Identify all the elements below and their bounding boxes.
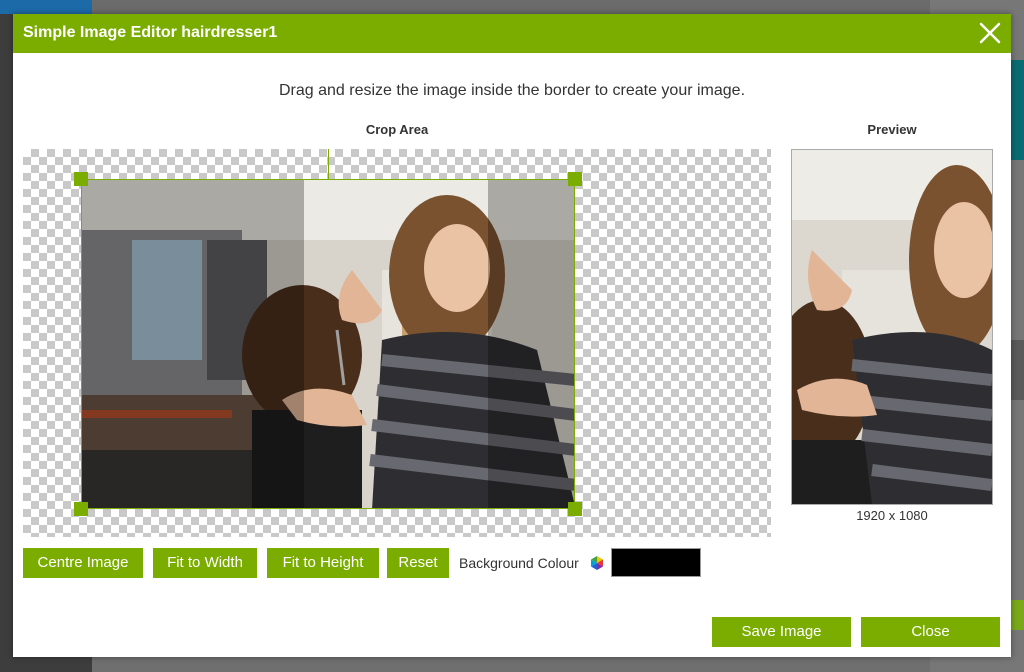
crop-dim-left <box>82 180 304 508</box>
resize-handle-top-right[interactable] <box>568 172 582 186</box>
resize-handle-bottom-left[interactable] <box>74 502 88 516</box>
preview-photo <box>792 150 992 504</box>
crop-area-label: Crop Area <box>365 122 429 137</box>
crop-area[interactable] <box>23 149 771 537</box>
background-teal-bar <box>1010 60 1024 160</box>
color-palette-icon[interactable] <box>590 556 604 570</box>
background-green-bar <box>1010 600 1024 630</box>
image-editor-dialog: Simple Image Editor hairdresser1 Drag an… <box>13 14 1011 657</box>
crop-image[interactable] <box>81 179 575 509</box>
crop-dim-right <box>488 180 574 508</box>
crop-center-guide <box>328 149 329 179</box>
fit-to-height-button[interactable]: Fit to Height <box>267 548 379 578</box>
preview-label: Preview <box>867 122 917 137</box>
close-icon[interactable] <box>977 20 1003 46</box>
background-bottom-strip <box>92 657 930 672</box>
background-sidebar-header <box>0 0 92 14</box>
resize-handle-top-left[interactable] <box>74 172 88 186</box>
background-colour-swatch[interactable] <box>611 548 701 577</box>
background-dark-bar <box>1010 340 1024 400</box>
instruction-text: Drag and resize the image inside the bor… <box>278 82 746 99</box>
centre-image-button[interactable]: Centre Image <box>23 548 143 578</box>
reset-button[interactable]: Reset <box>387 548 449 578</box>
close-button[interactable]: Close <box>861 617 1000 647</box>
preview-dimensions: 1920 x 1080 <box>856 508 928 523</box>
save-image-button[interactable]: Save Image <box>712 617 851 647</box>
preview-image <box>791 149 993 505</box>
fit-to-width-button[interactable]: Fit to Width <box>153 548 257 578</box>
background-colour-label: Background Colour <box>459 555 579 571</box>
dialog-title: Simple Image Editor hairdresser1 <box>23 24 278 41</box>
resize-handle-bottom-right[interactable] <box>568 502 582 516</box>
dialog-titlebar: Simple Image Editor hairdresser1 <box>13 14 1011 53</box>
